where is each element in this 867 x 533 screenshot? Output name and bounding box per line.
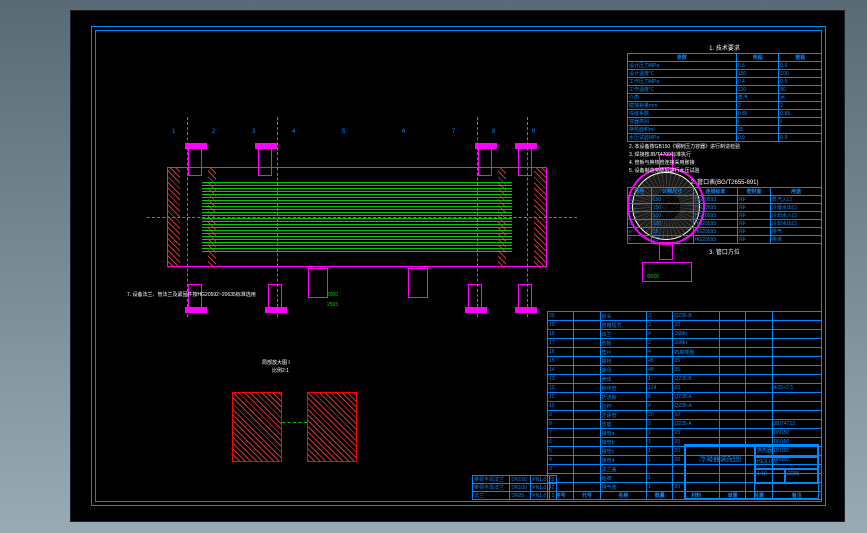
bom-row: 8支座2Q235-AJB/T4712	[548, 420, 822, 429]
nozzle-row: d100HG20593RF冷却水出口	[628, 220, 822, 228]
centerline-horizontal	[147, 217, 577, 218]
bom-row: 18法兰416Mn	[548, 330, 822, 339]
leader-1: 1	[172, 129, 175, 135]
nozzle-d	[518, 148, 532, 176]
note2: 3. 焊接按JB/T4709标准执行	[629, 152, 820, 158]
leader-3: 3	[252, 129, 255, 135]
right-tables-area: 1. 技术要求 参数 壳程 管程 设计压力MPa0.60.6设计温度℃15010…	[627, 42, 822, 257]
nozzle-table-title: 2. 管口表(BG/T2655-891)	[627, 176, 822, 187]
tech-row: 工作温度℃12080	[628, 86, 822, 94]
nozzle-top-2	[258, 148, 272, 176]
bom-row: 12换热管12410Φ25×2.5	[548, 384, 822, 393]
detail-flange-left	[232, 392, 282, 462]
bom-row: 15螺栓4835	[548, 357, 822, 366]
leader-2: 2	[212, 129, 215, 135]
note1: 2. 本设备按GB150《钢制压力容器》进行制造检验	[629, 144, 820, 150]
nozzle-row: a150HG20593RF蒸汽入口	[628, 196, 822, 204]
drawing-no: HEX-001	[755, 457, 818, 469]
bom-row: 20封头2Q235-B	[548, 312, 822, 321]
th-param: 参数	[628, 54, 737, 62]
small-row: 带颈平焊法兰DN100PN1.02	[473, 484, 557, 492]
small-flange-table: 带颈平焊法兰DN150PN1.02带颈平焊法兰DN100PN1.02法兰DN25…	[472, 475, 557, 502]
centerline-v3	[477, 117, 478, 317]
bom-row: 16垫片4石棉橡胶	[548, 348, 822, 357]
tech-row: 设计压力MPa0.60.6	[628, 62, 822, 70]
bom-row: 9定距管2010	[548, 411, 822, 420]
bom-area: 20封头2Q235-B19管箱短节22018法兰416Mn17管板216Mn16…	[547, 311, 822, 502]
dim-total-length: 2565	[327, 302, 338, 308]
detail-view: 局部放大图 I 比例2:1	[212, 372, 412, 492]
detail-label: 局部放大图 I	[262, 360, 290, 366]
leader-9: 9	[532, 129, 535, 135]
nozzle-subtitle: 3. 管口方位	[627, 246, 822, 257]
dim-dia: Φ500	[647, 274, 659, 280]
centerline-v4	[527, 117, 528, 317]
tech-row: 腐蚀裕量mm22	[628, 102, 822, 110]
mat-cell: Q235	[785, 469, 818, 484]
small-row: 法兰DN25PN1.02	[473, 492, 557, 500]
tech-row: 焊缝系数0.850.85	[628, 110, 822, 118]
th-tube: 管程	[779, 54, 822, 62]
detail-flange-right	[307, 392, 357, 462]
bom-row: 17管板216Mn	[548, 339, 822, 348]
drawing-border: 1 2 3 4 5 6 7 8 9 2565 2000 Φ500 局部放大图 I…	[91, 26, 826, 506]
leader-5: 5	[342, 129, 345, 135]
tech-row: 工作压力MPa0.40.5	[628, 78, 822, 86]
hatch-right-head	[534, 168, 546, 268]
saddle-support-2	[408, 268, 428, 298]
note3: 4. 管板与换热管连接采用胀接	[629, 160, 820, 166]
nozzle-c	[468, 284, 482, 308]
cad-canvas[interactable]: 1 2 3 4 5 6 7 8 9 2565 2000 Φ500 局部放大图 I…	[70, 10, 845, 522]
th-shell: 壳程	[736, 54, 779, 62]
tech-row: 容器类别II	[628, 118, 822, 126]
note4: 5. 设备制造完毕后进行水压试验	[629, 168, 820, 174]
main-section-view: 1 2 3 4 5 6 7 8 9 2565 2000	[127, 137, 602, 307]
bom-row: 19管箱短节220	[548, 321, 822, 330]
nozzle-row: e25HG20593RF排气	[628, 228, 822, 236]
tech-req-title: 1. 技术要求	[627, 42, 822, 53]
nozzle-row: f25HG20593RF排液	[628, 236, 822, 244]
small-row: 带颈平焊法兰DN150PN1.02	[473, 476, 557, 484]
tech-req-table: 参数 壳程 管程 设计压力MPa0.60.6设计温度℃150100工作压力MPa…	[627, 53, 822, 142]
sheet-name: 换热器	[755, 445, 818, 457]
tech-row: 设计温度℃150100	[628, 70, 822, 78]
nozzle-top-3	[478, 148, 492, 176]
leader-6: 6	[402, 129, 405, 135]
bom-row: 13壳体1Q235-B	[548, 375, 822, 384]
centerline-v2	[277, 117, 278, 317]
nozzle-row: c100HG20593RF冷却水入口	[628, 212, 822, 220]
tech-row: 介质蒸汽水	[628, 94, 822, 102]
bom-row: 11折流板6Q235-A	[548, 393, 822, 402]
hatch-left-head	[168, 168, 180, 268]
bom-row: 7接管a120DN150	[548, 429, 822, 438]
nozzle-a	[188, 148, 202, 176]
scale-cell: 1:10	[755, 469, 785, 484]
leader-4: 4	[292, 129, 295, 135]
drawing-title: 冷凝器装配图	[685, 445, 755, 500]
tech-row: 水压试验MPa0.90.9	[628, 134, 822, 142]
leader-7: 7	[452, 129, 455, 135]
centerline-v1	[187, 117, 188, 317]
nozzle-row: b150HG20593RF冷凝水出口	[628, 204, 822, 212]
bom-row: 14螺母4835	[548, 366, 822, 375]
nozzle-bot-4	[518, 284, 532, 308]
tech-row: 换热面积m²35	[628, 126, 822, 134]
title-block: 冷凝器装配图 换热器 HEX-001 1:10 Q235	[684, 444, 819, 499]
bom-row: 10拉杆4Q235-A	[548, 402, 822, 411]
note-bottom: 7. 设备法兰、管法兰及紧固件按HG20592~20635标准选用	[127, 292, 387, 298]
detail-scale: 比例2:1	[272, 368, 289, 374]
detail-gap	[282, 422, 307, 423]
nozzle-table: 符号 公称尺寸 连接标准 密封面 用途 a150HG20593RF蒸汽入口b15…	[627, 187, 822, 244]
leader-8: 8	[492, 129, 495, 135]
